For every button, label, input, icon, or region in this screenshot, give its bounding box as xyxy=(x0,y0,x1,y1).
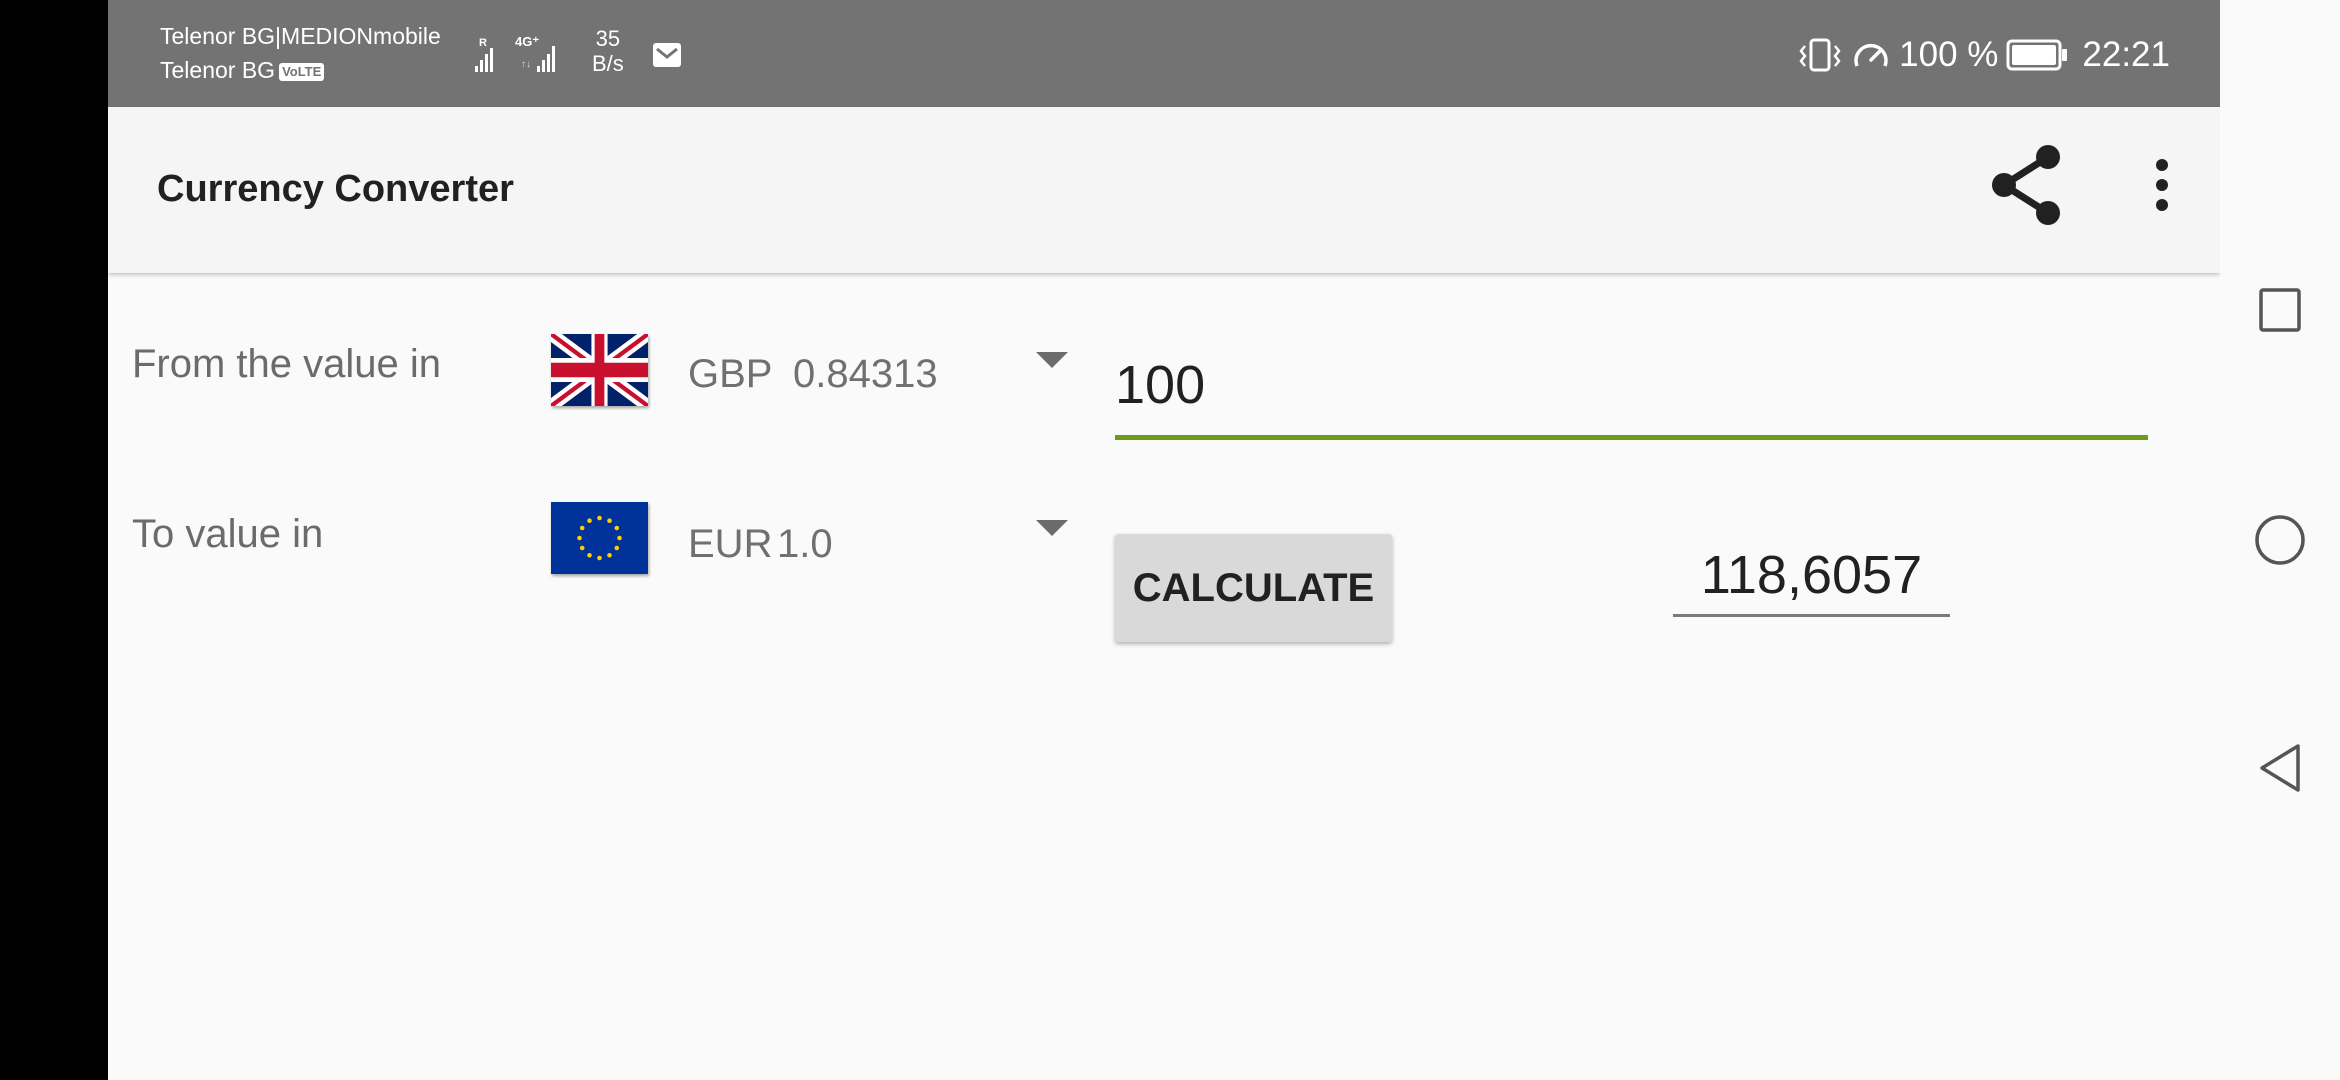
app-bar: Currency Converter xyxy=(108,107,2220,273)
share-button[interactable] xyxy=(1976,135,2076,235)
to-label: To value in xyxy=(132,512,324,556)
overflow-menu-icon xyxy=(2156,159,2168,211)
from-label: From the value in xyxy=(132,342,442,386)
network-type-label: 4G⁺ xyxy=(515,34,539,49)
signal-icon: R 4G⁺ ↑↓ xyxy=(475,34,555,72)
calculate-button[interactable]: CALCULATE xyxy=(1115,534,1392,642)
volte-badge: VoLTE xyxy=(279,63,325,81)
data-speed-unit: B/s xyxy=(592,51,624,76)
status-time: 22:21 xyxy=(2082,35,2170,74)
from-currency-spinner[interactable]: GBP 0.84313 xyxy=(551,334,1071,424)
amount-input[interactable] xyxy=(1115,335,2148,440)
roaming-mark: R xyxy=(479,37,487,49)
svg-text:↑↓: ↑↓ xyxy=(521,59,531,70)
uk-flag-icon xyxy=(551,334,648,406)
chevron-down-icon xyxy=(1036,520,1068,536)
data-speed: 35 B/s xyxy=(592,26,624,76)
battery-percent: 100 % xyxy=(1899,35,1999,74)
status-bar: Telenor BG|MEDIONmobile Telenor BG VoLTE … xyxy=(108,0,2220,107)
to-currency-rate: 1.0 xyxy=(777,522,833,566)
status-right: 100 % 22:21 xyxy=(1797,30,2170,80)
overflow-menu-button[interactable] xyxy=(2127,135,2197,235)
carrier-2: Telenor BG VoLTE xyxy=(160,56,325,84)
result-field: 118,6057 xyxy=(1673,540,1950,617)
recents-icon[interactable] xyxy=(2258,287,2302,333)
navigation-bar xyxy=(2220,0,2340,1080)
app-title: Currency Converter xyxy=(157,168,514,210)
to-currency-code: EUR xyxy=(688,522,773,566)
chevron-down-icon xyxy=(1036,352,1068,368)
from-currency-code: GBP xyxy=(688,352,773,396)
eu-flag-icon xyxy=(551,502,648,574)
carrier-1-label: Telenor BG|MEDIONmobile xyxy=(160,23,441,49)
mail-icon xyxy=(653,43,681,67)
carrier-2-label: Telenor BG xyxy=(160,57,276,83)
back-icon[interactable] xyxy=(2258,743,2302,793)
data-saver-icon xyxy=(1854,43,1888,67)
battery-icon xyxy=(2006,39,2068,71)
data-speed-value: 35 xyxy=(595,26,621,51)
vibrate-icon xyxy=(1799,38,1841,72)
app-screen: Telenor BG|MEDIONmobile Telenor BG VoLTE … xyxy=(108,0,2220,1080)
home-icon[interactable] xyxy=(2254,514,2306,566)
from-currency-rate: 0.84313 xyxy=(793,352,938,396)
share-icon xyxy=(1992,145,2060,225)
to-currency-spinner[interactable]: EUR 1.0 xyxy=(551,502,1071,592)
